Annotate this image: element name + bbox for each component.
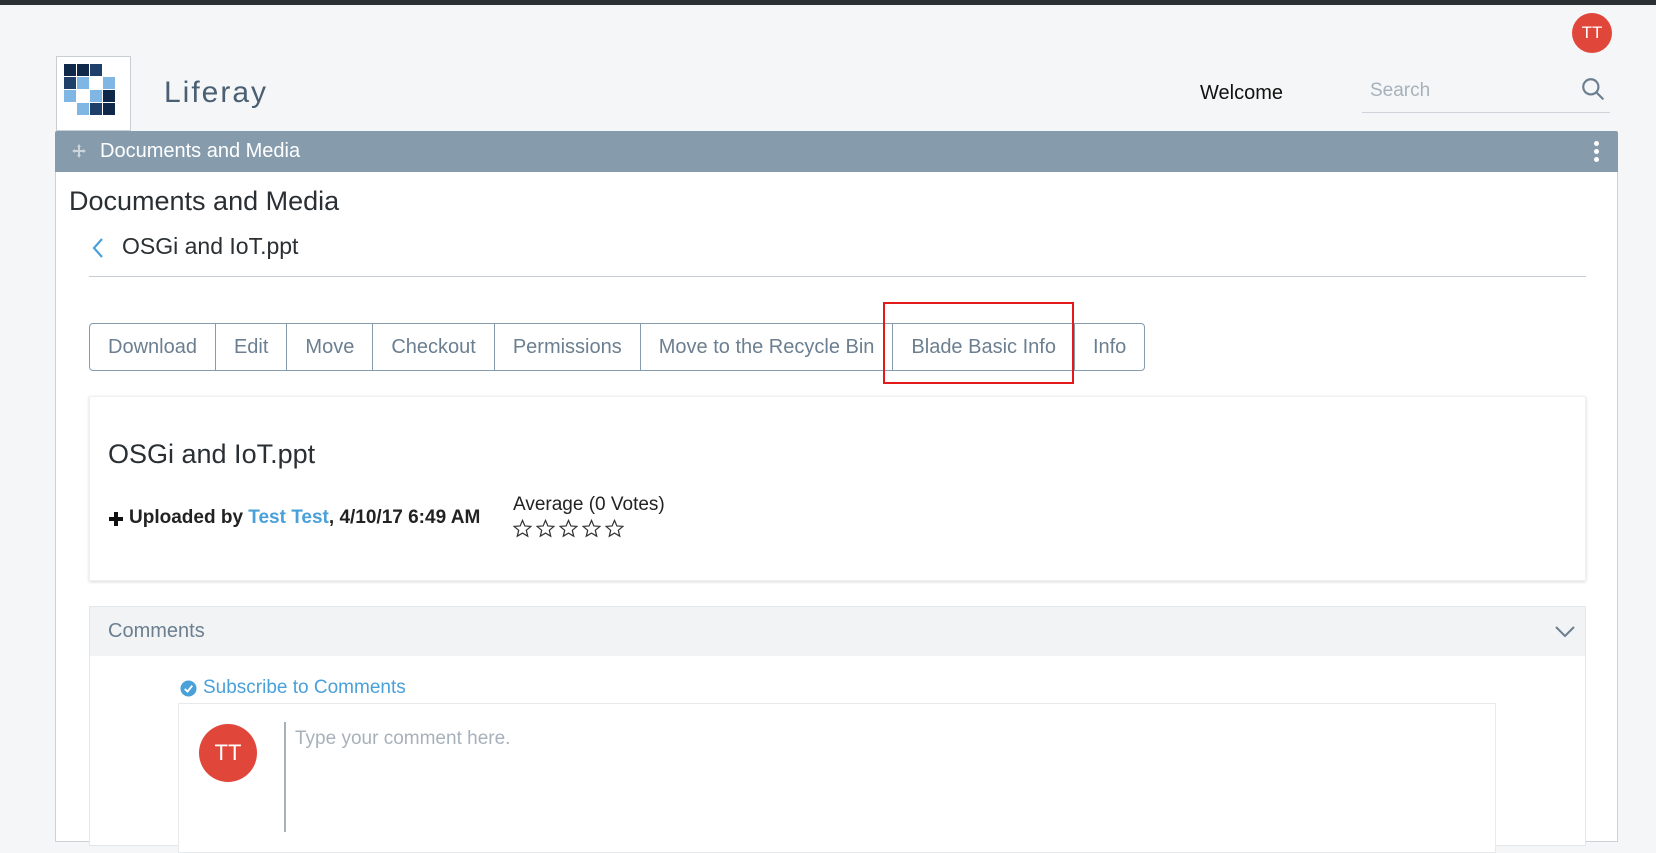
welcome-link[interactable]: Welcome <box>1200 82 1283 105</box>
comment-form: TT <box>178 703 1496 853</box>
star-icon[interactable] <box>513 519 532 538</box>
info-button[interactable]: Info <box>1075 324 1144 370</box>
page-title: Documents and Media <box>69 186 340 216</box>
check-circle-icon <box>180 679 197 697</box>
move-handle-icon[interactable] <box>71 143 87 159</box>
plus-icon <box>109 512 123 526</box>
star-icon[interactable] <box>559 519 578 538</box>
download-button[interactable]: Download <box>90 324 216 370</box>
comments-header[interactable]: Comments <box>90 607 1585 656</box>
back-chevron-icon[interactable] <box>90 236 106 260</box>
star-icon[interactable] <box>605 519 624 538</box>
subscribe-to-comments-link[interactable]: Subscribe to Comments <box>180 677 406 699</box>
search-bar <box>1362 72 1610 113</box>
avatar: TT <box>199 724 257 782</box>
comments-title: Comments <box>108 620 205 642</box>
checkout-button[interactable]: Checkout <box>373 324 495 370</box>
divider <box>89 276 1586 277</box>
upload-date: , 4/10/17 6:49 AM <box>328 507 481 528</box>
subscribe-label: Subscribe to Comments <box>203 677 406 698</box>
file-title: OSGi and IoT.ppt <box>108 439 316 469</box>
move-button[interactable]: Move <box>287 324 374 370</box>
comments-panel: Comments Subscribe to Comments TT <box>89 606 1586 853</box>
file-details-card: OSGi and IoT.ppt Uploaded by Test Test, … <box>89 396 1586 581</box>
portlet-body: Documents and Media OSGi and IoT.ppt Dow… <box>55 172 1618 853</box>
site-logo[interactable] <box>56 56 131 131</box>
chevron-down-icon[interactable] <box>1554 625 1576 639</box>
star-icon[interactable] <box>582 519 601 538</box>
permissions-button[interactable]: Permissions <box>495 324 641 370</box>
top-bar <box>0 0 1656 5</box>
upload-info: Uploaded by Test Test, 4/10/17 6:49 AM <box>129 507 480 529</box>
file-header-title: OSGi and IoT.ppt <box>122 233 299 259</box>
portlet-bar-title: Documents and Media <box>100 140 301 162</box>
highlight-annotation <box>883 302 1074 384</box>
search-input[interactable] <box>1368 76 1572 106</box>
site-name[interactable]: Liferay <box>164 76 268 110</box>
search-icon[interactable] <box>1580 76 1606 102</box>
rating-average: Average (0 Votes) <box>513 494 665 515</box>
star-icon[interactable] <box>536 519 555 538</box>
options-menu-icon[interactable] <box>1590 141 1602 163</box>
comment-textarea[interactable] <box>293 726 1477 830</box>
portlet-topper: Documents and Media <box>55 131 1618 172</box>
uploader-link[interactable]: Test Test <box>248 507 329 528</box>
user-avatar[interactable]: TT <box>1572 13 1612 53</box>
edit-button[interactable]: Edit <box>216 324 288 370</box>
uploaded-by-label: Uploaded by <box>129 507 249 528</box>
comment-divider <box>284 722 286 832</box>
rating-stars <box>513 519 624 538</box>
move-to-recycle-bin-button[interactable]: Move to the Recycle Bin <box>641 324 894 370</box>
